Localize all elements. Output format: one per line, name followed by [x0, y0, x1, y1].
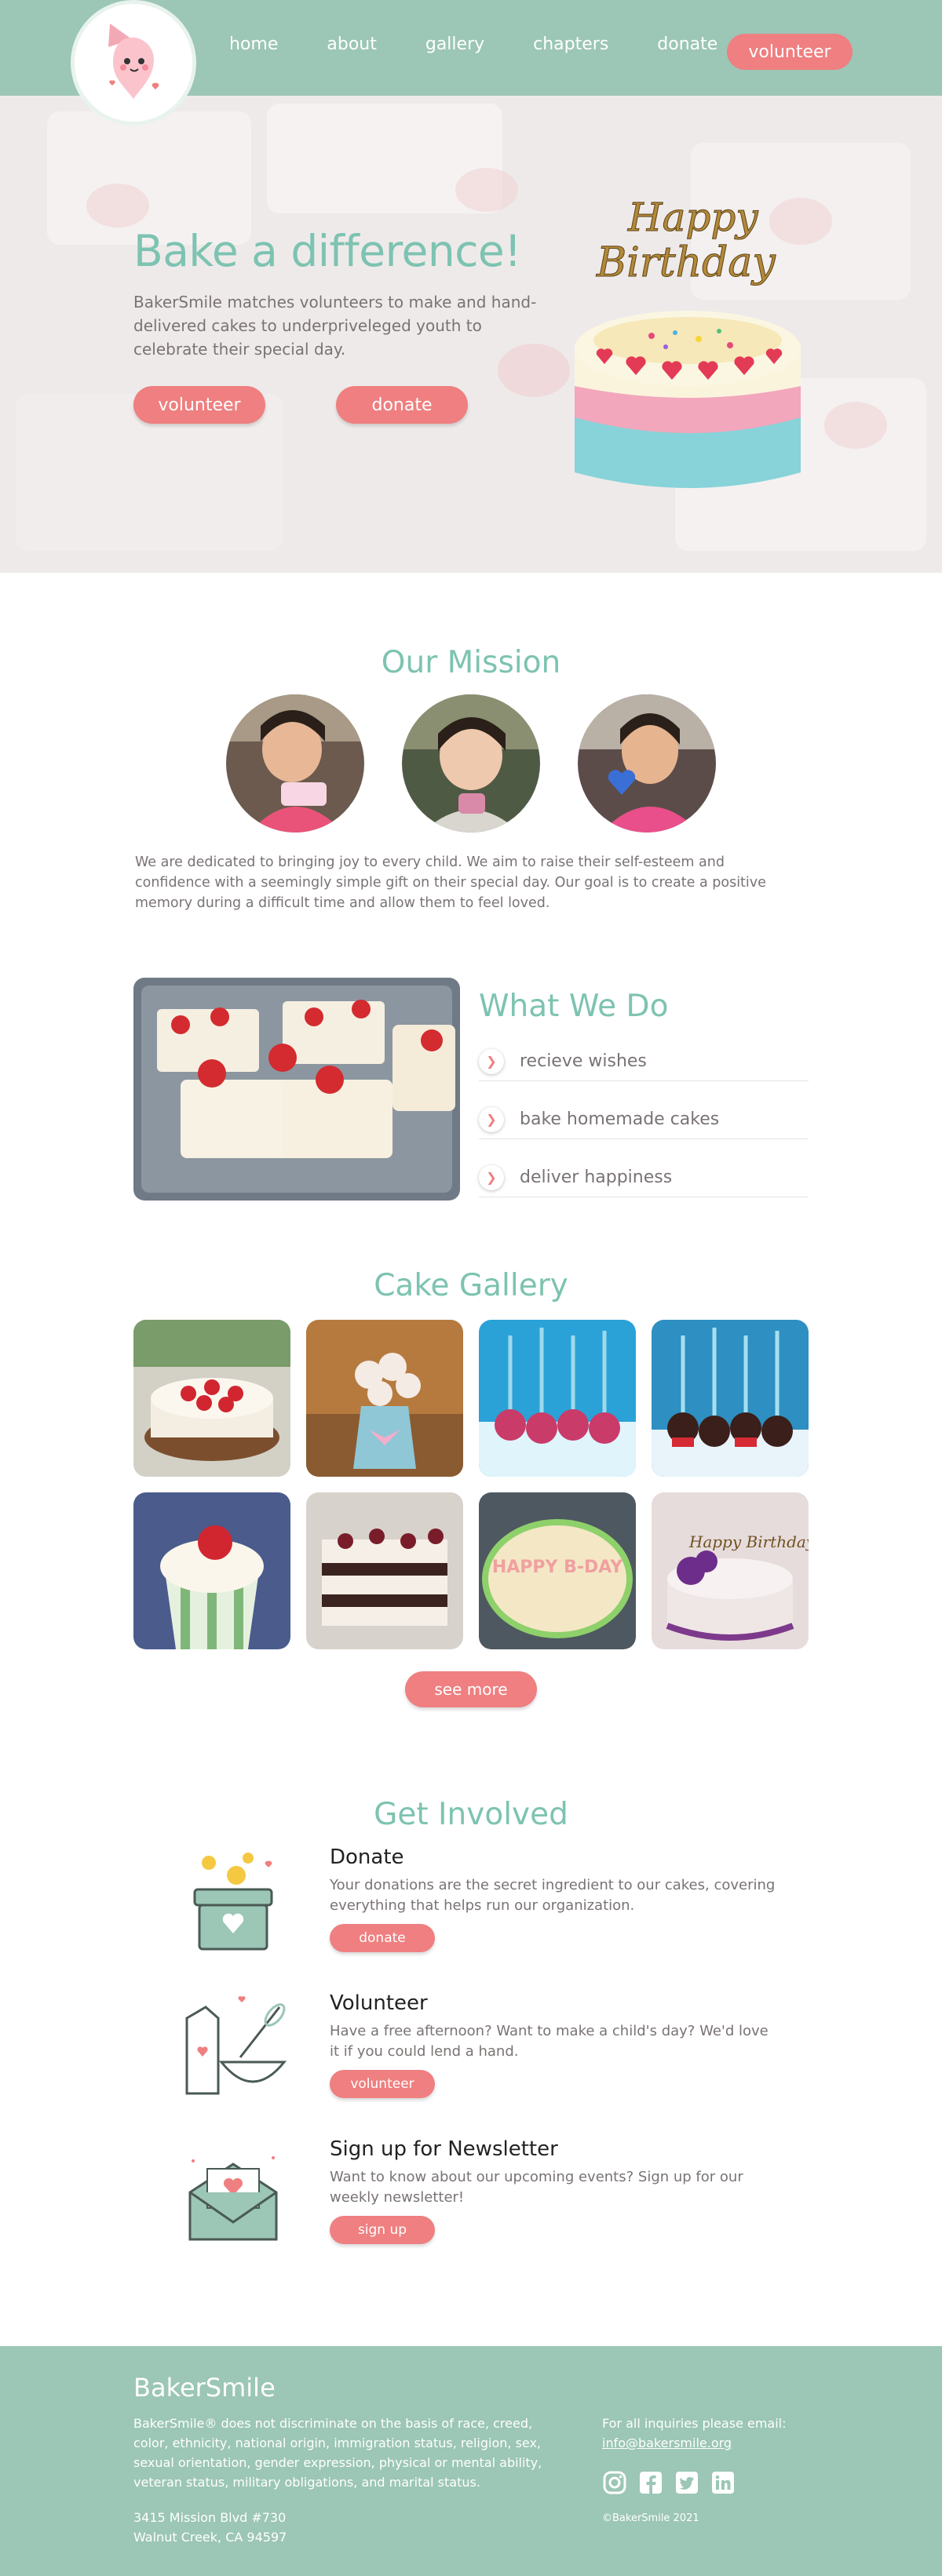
- gallery-photo-purple-flower-cake[interactable]: Happy Birthday: [652, 1492, 809, 1649]
- topper-birthday: Birthday: [596, 239, 776, 286]
- gallery-title: Cake Gallery: [374, 1268, 568, 1303]
- nav-volunteer-button[interactable]: volunteer: [727, 34, 853, 70]
- donate-description: Your donations are the secret ingredient…: [330, 1877, 776, 1914]
- volunteer-block: Volunteer Have a free afternoon? Want to…: [330, 1991, 777, 2098]
- gallery-section: Cake Gallery HAPPY B-DAY Happy Birthday …: [0, 1268, 942, 1797]
- footer-brand: BakerSmile: [133, 2373, 276, 2403]
- social-links: [602, 2470, 747, 2495]
- gallery-photo-mickey-cake-pops[interactable]: [652, 1320, 809, 1477]
- gallery-photo-cupcake[interactable]: [133, 1492, 290, 1649]
- linkedin-icon[interactable]: [710, 2470, 736, 2495]
- hero-title: Bake a difference!: [133, 226, 521, 276]
- get-involved-title: Get Involved: [374, 1797, 568, 1832]
- inquiries-label: For all inquiries please email:: [602, 2416, 787, 2431]
- hero-text: Bake a difference! BakerSmile matches vo…: [133, 226, 557, 361]
- gallery-photo-chocolate-cake-slices[interactable]: [306, 1492, 463, 1649]
- nav-about[interactable]: about: [327, 35, 376, 54]
- see-more-button[interactable]: see more: [405, 1671, 537, 1707]
- what-we-do-label: recieve wishes: [520, 1051, 647, 1071]
- nav-donate[interactable]: donate: [657, 35, 717, 54]
- mission-section: Our Mission We are dedicated to bringing…: [0, 573, 942, 978]
- address-line-2: Walnut Creek, CA 94597: [133, 2530, 287, 2545]
- address-line-1: 3415 Mission Blvd #730: [133, 2510, 287, 2525]
- instagram-icon[interactable]: [602, 2470, 627, 2495]
- nav-gallery[interactable]: gallery: [425, 35, 484, 54]
- what-we-do-label: deliver happiness: [520, 1168, 673, 1187]
- footer-address: 3415 Mission Blvd #730 Walnut Creek, CA …: [133, 2508, 287, 2547]
- facebook-icon[interactable]: [638, 2470, 663, 2495]
- donation-box-icon: [193, 1853, 273, 1951]
- hero-donate-button[interactable]: donate: [336, 386, 468, 424]
- footer-email-link[interactable]: info@bakersmile.org: [602, 2436, 732, 2450]
- gallery-photo-strawberry-cake[interactable]: [133, 1320, 290, 1477]
- cake-slices-photo: [133, 978, 460, 1201]
- newsletter-block: Sign up for Newsletter Want to know abou…: [330, 2137, 777, 2244]
- chevron-right-icon: ❯: [479, 1164, 504, 1190]
- footer-inquiries: For all inquiries please email: info@bak…: [602, 2414, 787, 2453]
- top-nav: home about gallery chapters donate volun…: [0, 0, 942, 126]
- what-we-do-item: ❯ bake homemade cakes: [479, 1100, 809, 1139]
- nav-home[interactable]: home: [229, 35, 278, 54]
- donate-button[interactable]: donate: [330, 1924, 435, 1952]
- mission-title: Our Mission: [381, 645, 561, 680]
- topper-happy: Happy: [627, 195, 758, 240]
- mission-text: We are dedicated to bringing joy to ever…: [135, 854, 766, 911]
- hero: Bake a difference! BakerSmile matches vo…: [0, 96, 942, 573]
- footer: BakerSmile BakerSmile® does not discrimi…: [0, 2346, 942, 2576]
- volunteer-description: Have a free afternoon? Want to make a ch…: [330, 2023, 769, 2060]
- donate-block: Donate Your donations are the secret ing…: [330, 1845, 777, 1952]
- hero-volunteer-button[interactable]: volunteer: [133, 386, 265, 424]
- what-we-do-item: ❯ recieve wishes: [479, 1042, 809, 1081]
- gallery-photo-cake-pop-bouquet[interactable]: [306, 1320, 463, 1477]
- cake-text-happy-bday: HAPPY B-DAY: [492, 1558, 623, 1577]
- kid-photo-2: [402, 694, 540, 833]
- nav-links: home about gallery chapters donate: [229, 35, 766, 54]
- envelope-heart-icon: [188, 2156, 278, 2241]
- newsletter-description: Want to know about our upcoming events? …: [330, 2169, 743, 2206]
- twitter-icon[interactable]: [674, 2470, 699, 2495]
- logo[interactable]: [71, 0, 196, 126]
- footer-legal: BakerSmile® does not discriminate on the…: [133, 2416, 542, 2490]
- kid-photo-1: [226, 694, 364, 833]
- newsletter-title: Sign up for Newsletter: [330, 2137, 558, 2161]
- nav-chapters[interactable]: chapters: [533, 35, 608, 54]
- sign-up-button[interactable]: sign up: [330, 2216, 435, 2244]
- chevron-right-icon: ❯: [479, 1106, 504, 1132]
- what-we-do-item: ❯ deliver happiness: [479, 1158, 809, 1197]
- baking-whisk-icon: [185, 1996, 287, 2095]
- donate-title: Donate: [330, 1845, 404, 1869]
- piping-bag-mascot-icon: [108, 24, 159, 99]
- what-we-do-label: bake homemade cakes: [520, 1109, 720, 1129]
- cake-text-happy-birthday: Happy Birthday: [688, 1532, 809, 1551]
- volunteer-title: Volunteer: [330, 1991, 428, 2015]
- gallery-photo-happy-bday-cake[interactable]: HAPPY B-DAY: [479, 1492, 636, 1649]
- volunteer-button[interactable]: volunteer: [330, 2070, 435, 2098]
- birthday-cake-image: Happy Birthday: [575, 195, 801, 488]
- copyright: ©BakerSmile 2021: [602, 2512, 699, 2524]
- get-involved-section: Get Involved Donate Your donations are t…: [0, 1797, 942, 2346]
- what-we-do-title: What We Do: [479, 989, 669, 1024]
- what-we-do-section: What We Do ❯ recieve wishes ❯ bake homem…: [0, 978, 942, 1268]
- chevron-right-icon: ❯: [479, 1048, 504, 1074]
- gallery-photo-minnie-cake-pops[interactable]: [479, 1320, 636, 1477]
- kid-photo-3: [578, 694, 716, 833]
- hero-subtitle: BakerSmile matches volunteers to make an…: [133, 293, 537, 359]
